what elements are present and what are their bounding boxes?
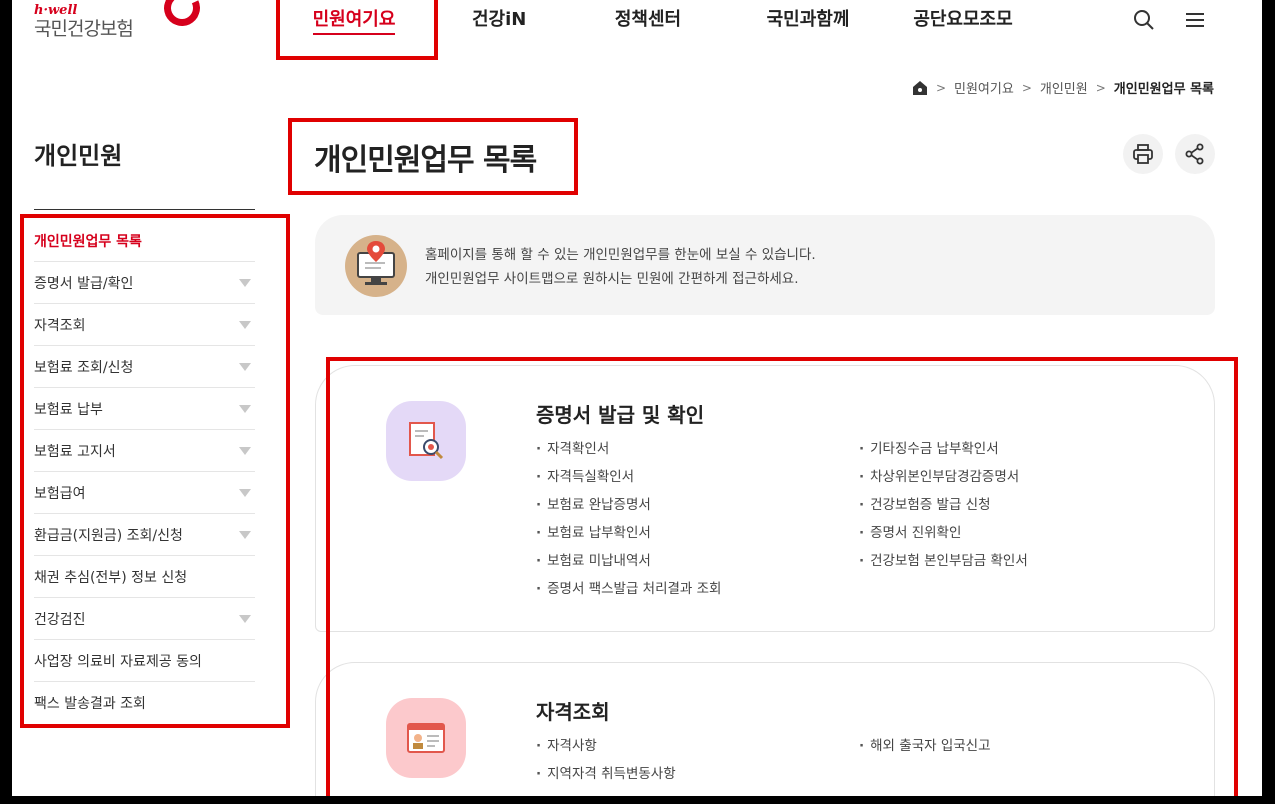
logo-mark-icon — [158, 0, 206, 32]
card-link[interactable]: 건강보험 본인부담금 확인서 — [859, 547, 1028, 575]
share-button[interactable] — [1175, 134, 1215, 174]
breadcrumb: > 민원여기요 > 개인민원 > 개인민원업무 목록 — [912, 78, 1214, 97]
sidebar-item-list[interactable]: 개인민원업무 목록 — [34, 220, 255, 262]
sidebar-item-certificate[interactable]: 증명서 발급/확인 — [34, 262, 255, 304]
chevron-down-icon — [239, 488, 251, 497]
breadcrumb-separator: > — [935, 80, 946, 95]
share-icon — [1185, 143, 1204, 165]
card-link[interactable]: 자격사항 — [536, 732, 676, 760]
card-title: 증명서 발급 및 확인 — [536, 403, 705, 427]
chevron-down-icon — [239, 320, 251, 329]
site-logo[interactable]: h·well 국민건강보험 — [34, 0, 206, 40]
breadcrumb-separator: > — [1095, 80, 1106, 95]
page-title: 개인민원업무 목록 — [314, 143, 537, 178]
chevron-down-icon — [239, 446, 251, 455]
card-link-list-right: 기타징수금 납부확인서 차상위본인부담경감증명서 건강보험증 발급 신청 증명서… — [859, 435, 1028, 575]
home-icon[interactable] — [912, 80, 928, 96]
chevron-down-icon — [239, 362, 251, 371]
breadcrumb-current: 개인민원업무 목록 — [1113, 82, 1214, 97]
breadcrumb-item[interactable]: 민원여기요 — [954, 78, 1014, 97]
service-card-certificate: 증명서 발급 및 확인 자격확인서 자격득실확인서 보험료 완납증명서 보험료 … — [315, 365, 1215, 632]
nav-item-minwon[interactable]: 민원여기요 — [274, 0, 434, 40]
chevron-down-icon — [239, 278, 251, 287]
logo-text: 국민건강보험 — [34, 18, 134, 40]
card-link[interactable]: 보험료 미납내역서 — [536, 547, 721, 575]
card-link[interactable]: 자격확인서 — [536, 435, 721, 463]
breadcrumb-separator: > — [1021, 80, 1032, 95]
card-link[interactable]: 지역자격 취득변동사항 — [536, 760, 676, 788]
card-link[interactable]: 보험료 완납증명서 — [536, 491, 721, 519]
card-link[interactable]: 증명서 진위확인 — [859, 519, 1028, 547]
hamburger-menu-icon[interactable] — [1183, 8, 1207, 32]
nav-item-health-in[interactable]: 건강iN — [472, 0, 568, 40]
global-nav: 민원여기요 건강iN 정책센터 국민과함께 공단요모조모 — [274, 0, 1038, 58]
sidebar-menu: 개인민원업무 목록 증명서 발급/확인 자격조회 보험료 조회/신청 보험료 납… — [34, 220, 255, 724]
card-link[interactable]: 해외 출국자 입국신고 — [859, 732, 990, 760]
card-link[interactable]: 기타징수금 납부확인서 — [859, 435, 1028, 463]
card-link[interactable]: 차상위본인부담경감증명서 — [859, 463, 1028, 491]
sidebar-item-fax-result[interactable]: 팩스 발송결과 조회 — [34, 682, 255, 724]
nav-item-with-people[interactable]: 국민과함께 — [728, 0, 888, 40]
card-link[interactable]: 자격득실확인서 — [536, 463, 721, 491]
chevron-down-icon — [239, 530, 251, 539]
sidebar-item-debt-collection[interactable]: 채권 추심(전부) 정보 신청 — [34, 556, 255, 598]
sidebar-item-benefits[interactable]: 보험급여 — [34, 472, 255, 514]
page-frame: h·well 국민건강보험 민원여기요 건강iN 정책센터 국민과함께 공단요모… — [12, 0, 1262, 796]
sidebar-item-premium-inquiry[interactable]: 보험료 조회/신청 — [34, 346, 255, 388]
card-link[interactable]: 보험료 납부확인서 — [536, 519, 721, 547]
sidebar-divider — [34, 209, 255, 210]
print-icon — [1133, 144, 1153, 164]
sidebar-item-premium-payment[interactable]: 보험료 납부 — [34, 388, 255, 430]
card-link[interactable]: 건강보험증 발급 신청 — [859, 491, 1028, 519]
chevron-down-icon — [239, 614, 251, 623]
site-header: h·well 국민건강보험 민원여기요 건강iN 정책센터 국민과함께 공단요모… — [12, 0, 1262, 58]
card-link[interactable]: 증명서 팩스발급 처리결과 조회 — [536, 575, 721, 603]
sidebar-title: 개인민원 — [34, 142, 123, 170]
chevron-down-icon — [239, 404, 251, 413]
certificate-search-icon — [386, 401, 466, 481]
card-link-list-left: 자격확인서 자격득실확인서 보험료 완납증명서 보험료 납부확인서 보험료 미납… — [536, 435, 721, 603]
info-text: 홈페이지를 통해 할 수 있는 개인민원업무를 한눈에 보실 수 있습니다. 개… — [425, 247, 816, 287]
sidebar-item-refund[interactable]: 환급금(지원금) 조회/신청 — [34, 514, 255, 556]
card-link-list-right: 해외 출국자 입국신고 — [859, 732, 990, 760]
search-icon[interactable] — [1132, 8, 1156, 32]
sidebar-item-premium-notice[interactable]: 보험료 고지서 — [34, 430, 255, 472]
nav-item-policy-center[interactable]: 정책센터 — [568, 0, 728, 40]
monitor-location-icon — [345, 235, 407, 297]
sidebar-item-health-checkup[interactable]: 건강검진 — [34, 598, 255, 640]
card-title: 자격조회 — [536, 700, 610, 724]
service-card-eligibility: 자격조회 자격사항 지역자격 취득변동사항 해외 출국자 입국신고 — [315, 662, 1215, 796]
breadcrumb-item[interactable]: 개인민원 — [1040, 78, 1088, 97]
sidebar-item-eligibility[interactable]: 자격조회 — [34, 304, 255, 346]
info-banner: 홈페이지를 통해 할 수 있는 개인민원업무를 한눈에 보실 수 있습니다. 개… — [315, 215, 1215, 315]
logo-tagline: h·well — [34, 3, 78, 18]
card-link-list-left: 자격사항 지역자격 취득변동사항 — [536, 732, 676, 788]
nav-item-corporation[interactable]: 공단요모조모 — [888, 0, 1038, 40]
print-button[interactable] — [1123, 134, 1163, 174]
id-card-icon — [386, 698, 466, 778]
sidebar-item-medical-data-consent[interactable]: 사업장 의료비 자료제공 동의 — [34, 640, 255, 682]
